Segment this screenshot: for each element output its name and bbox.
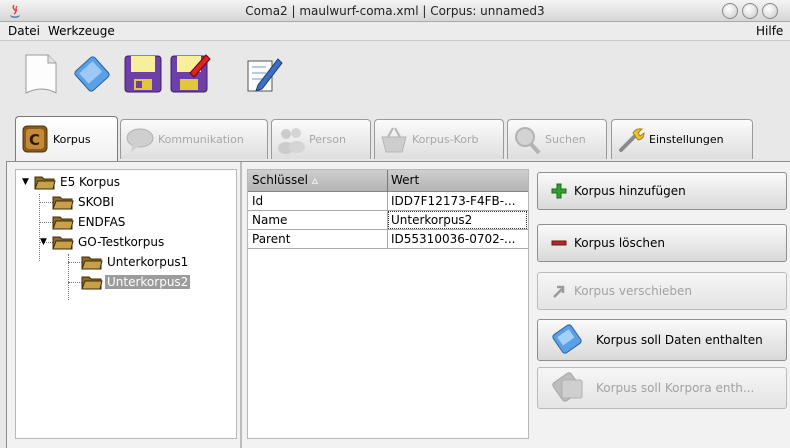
tab-kommunikation[interactable]: Kommunikation (120, 119, 268, 159)
folder-icon (52, 236, 74, 250)
menu-hilfe[interactable]: Hilfe (756, 24, 783, 38)
table-cell-value[interactable]: IDD7F12173-F4FB-... (391, 194, 526, 208)
button-label: Korpus hinzufügen (574, 184, 686, 198)
basket-icon (381, 127, 407, 152)
table-row[interactable]: Parent ID55310036-0702-... (248, 230, 528, 249)
svg-text:C: C (29, 131, 40, 149)
corpora-icon (552, 372, 583, 402)
magnifier-icon (515, 126, 541, 154)
column-divider[interactable] (387, 170, 388, 192)
tab-label: Korpus (53, 132, 91, 146)
tab-label: Suchen (545, 133, 586, 146)
close-window-button[interactable] (762, 3, 778, 19)
button-label: Korpus soll Daten enthalten (596, 333, 763, 347)
properties-table[interactable]: Schlüssel ▵ Wert Id IDD7F12173-F4FB-... … (247, 169, 529, 439)
table-cell-key[interactable]: Id (252, 194, 384, 208)
tree-node-go-testkorpus[interactable]: ▼ GO-Testkorpus (40, 232, 166, 252)
people-icon (278, 127, 305, 154)
new-document-icon[interactable] (18, 51, 64, 97)
tab-einstellungen[interactable]: Einstellungen (611, 119, 753, 159)
tree-connector (39, 222, 53, 223)
folder-icon (52, 216, 74, 230)
wrench-icon (619, 127, 645, 152)
tab-korpus-korb[interactable]: Korpus-Korb (374, 119, 504, 159)
toolbar (0, 41, 790, 113)
tree-node-label: GO-Testkorpus (78, 235, 165, 249)
menu-datei[interactable]: Datei (8, 24, 40, 38)
table-cell-value[interactable]: ID55310036-0702-... (391, 232, 526, 246)
tab-label: Korpus-Korb (412, 133, 479, 146)
tree-node-skobi[interactable]: SKOBI (52, 192, 116, 212)
tree-node-label: SKOBI (78, 195, 115, 209)
tab-person[interactable]: Person (271, 119, 371, 159)
menu-bar: Datei Werkzeuge Hilfe (0, 22, 790, 41)
column-header-schluessel[interactable]: Schlüssel ▵ (252, 173, 318, 187)
corpus-contains-corpora-button[interactable]: Korpus soll Korpora enth... (537, 367, 787, 409)
corpus-contains-data-button[interactable]: Korpus soll Daten enthalten (537, 319, 787, 361)
maximize-window-button[interactable] (742, 3, 758, 19)
tab-suchen[interactable]: Suchen (507, 119, 607, 159)
minus-icon (551, 240, 567, 246)
tree-node-unterkorpus2[interactable]: Unterkorpus2 (81, 272, 191, 292)
arrow-move-icon (553, 285, 565, 298)
sort-ascending-icon: ▵ (311, 173, 318, 187)
tree-connector (68, 282, 82, 283)
expanded-arrow-icon[interactable]: ▼ (22, 177, 32, 187)
tree-node-label: Unterkorpus2 (105, 275, 191, 289)
menu-werkzeuge[interactable]: Werkzeuge (48, 24, 115, 38)
tree-node-endfas[interactable]: ENDFAS (52, 212, 127, 232)
folder-icon (52, 196, 74, 210)
button-label: Korpus soll Korpora enth... (596, 381, 755, 395)
tree-connector (39, 202, 53, 203)
tab-label: Person (309, 133, 346, 146)
tree-connector (68, 262, 82, 263)
save-icon[interactable] (120, 51, 166, 97)
window-title: Coma2 | maulwurf-coma.xml | Corpus: unna… (245, 4, 545, 18)
tab-label: Kommunikation (158, 133, 244, 146)
minimize-window-button[interactable] (722, 3, 738, 19)
button-label: Korpus verschieben (574, 284, 693, 298)
add-corpus-button[interactable]: Korpus hinzufügen (537, 172, 787, 210)
tab-korpus[interactable]: C Korpus (15, 116, 118, 161)
column-header-wert[interactable]: Wert (391, 173, 419, 187)
data-document-icon (552, 324, 582, 354)
korpus-panel: ▼ E5 Korpus SKOBI ENDFAS ▼ GO-Testkorpus… (6, 161, 790, 448)
edit-icon[interactable] (240, 51, 286, 97)
plus-icon (551, 183, 567, 199)
table-row[interactable]: Name Unterkorpus2 (248, 211, 528, 230)
table-header: Schlüssel ▵ Wert (248, 170, 528, 192)
table-cell-key[interactable]: Name (252, 213, 384, 227)
corpus-tree[interactable]: ▼ E5 Korpus SKOBI ENDFAS ▼ GO-Testkorpus… (15, 169, 237, 439)
tree-node-label: Unterkorpus1 (107, 255, 189, 269)
open-icon[interactable] (70, 51, 116, 97)
table-row[interactable]: Id IDD7F12173-F4FB-... (248, 192, 528, 211)
expanded-arrow-icon[interactable]: ▼ (40, 237, 50, 247)
tree-connector (68, 254, 69, 300)
folder-icon (81, 276, 103, 290)
delete-corpus-button[interactable]: Korpus löschen (537, 224, 787, 262)
folder-icon (34, 176, 56, 190)
tree-node-e5-korpus[interactable]: ▼ E5 Korpus (22, 172, 122, 192)
tree-node-unterkorpus1[interactable]: Unterkorpus1 (81, 252, 190, 272)
save-as-icon[interactable] (166, 51, 212, 97)
tab-label: Einstellungen (649, 133, 724, 146)
speech-bubble-icon (126, 128, 154, 152)
corpus-c-icon: C (22, 125, 48, 153)
title-bar: Coma2 | maulwurf-coma.xml | Corpus: unna… (0, 0, 790, 22)
split-pane-divider[interactable] (240, 162, 242, 448)
folder-icon (81, 256, 103, 270)
tab-bar: C Korpus Kommunikation Person Korpus-Kor… (0, 114, 790, 161)
tree-node-label: E5 Korpus (60, 175, 121, 189)
table-cell-key[interactable]: Parent (252, 232, 384, 246)
button-label: Korpus löschen (574, 236, 665, 250)
move-corpus-button[interactable]: Korpus verschieben (537, 272, 787, 310)
cell-focus-border (388, 211, 527, 229)
tree-node-label: ENDFAS (78, 215, 126, 229)
